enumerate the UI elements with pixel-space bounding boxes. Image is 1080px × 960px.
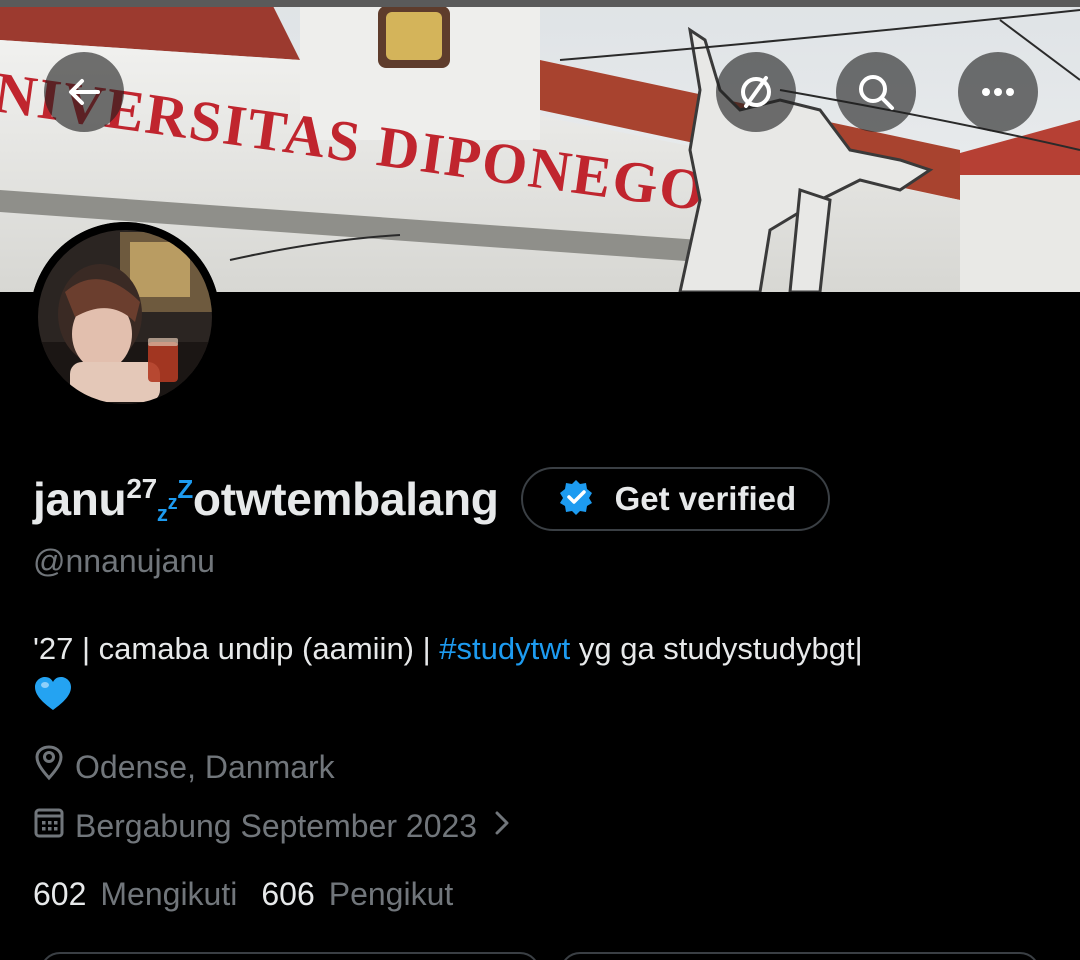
location-text: Odense, Danmark bbox=[75, 748, 335, 785]
chevron-right-icon bbox=[493, 808, 511, 845]
get-verified-button[interactable]: Get verified bbox=[520, 467, 831, 531]
verified-badge-icon bbox=[557, 478, 595, 521]
display-name: janu27zzZotwtembalang bbox=[33, 473, 499, 526]
status-strip bbox=[0, 0, 1080, 7]
notifications-button[interactable] bbox=[716, 52, 796, 132]
arrow-left-icon bbox=[64, 72, 104, 112]
location-row: Odense, Danmark bbox=[33, 745, 335, 789]
more-button[interactable] bbox=[958, 52, 1038, 132]
back-button[interactable] bbox=[44, 52, 124, 132]
calendar-icon bbox=[33, 805, 65, 847]
more-icon bbox=[976, 70, 1020, 114]
following-count: 602 bbox=[33, 876, 87, 912]
joined-date-text: Bergabung September 2023 bbox=[75, 807, 478, 844]
bio-text: '27 | camaba undip (aamiin) | #studytwt … bbox=[33, 631, 863, 666]
profile-page: NIVERSITAS DIPONEGO janu27zzZotwtembalan… bbox=[0, 0, 1080, 960]
bottom-pill-left[interactable] bbox=[40, 952, 540, 960]
follow-stats: 602 Mengikuti 606 Pengikut bbox=[33, 876, 453, 913]
followers-link[interactable]: 606 Pengikut bbox=[261, 876, 453, 913]
search-icon bbox=[854, 70, 898, 114]
search-button[interactable] bbox=[836, 52, 916, 132]
bottom-pill-right[interactable] bbox=[560, 952, 1040, 960]
following-link[interactable]: 602 Mengikuti bbox=[33, 876, 237, 913]
location-pin-icon bbox=[33, 745, 65, 789]
followers-count: 606 bbox=[261, 876, 315, 912]
following-label: Mengikuti bbox=[100, 876, 238, 912]
followers-label: Pengikut bbox=[328, 876, 454, 912]
name-row: janu27zzZotwtembalang Get verified bbox=[33, 466, 831, 532]
username-handle: @nnanujanu bbox=[33, 543, 215, 579]
blue-heart-icon bbox=[34, 676, 72, 717]
no-notifications-icon bbox=[734, 70, 778, 114]
joined-row[interactable]: Bergabung September 2023 bbox=[33, 805, 511, 847]
hashtag-link[interactable]: #studytwt bbox=[439, 631, 570, 666]
get-verified-label: Get verified bbox=[614, 480, 797, 517]
avatar[interactable] bbox=[30, 222, 220, 412]
